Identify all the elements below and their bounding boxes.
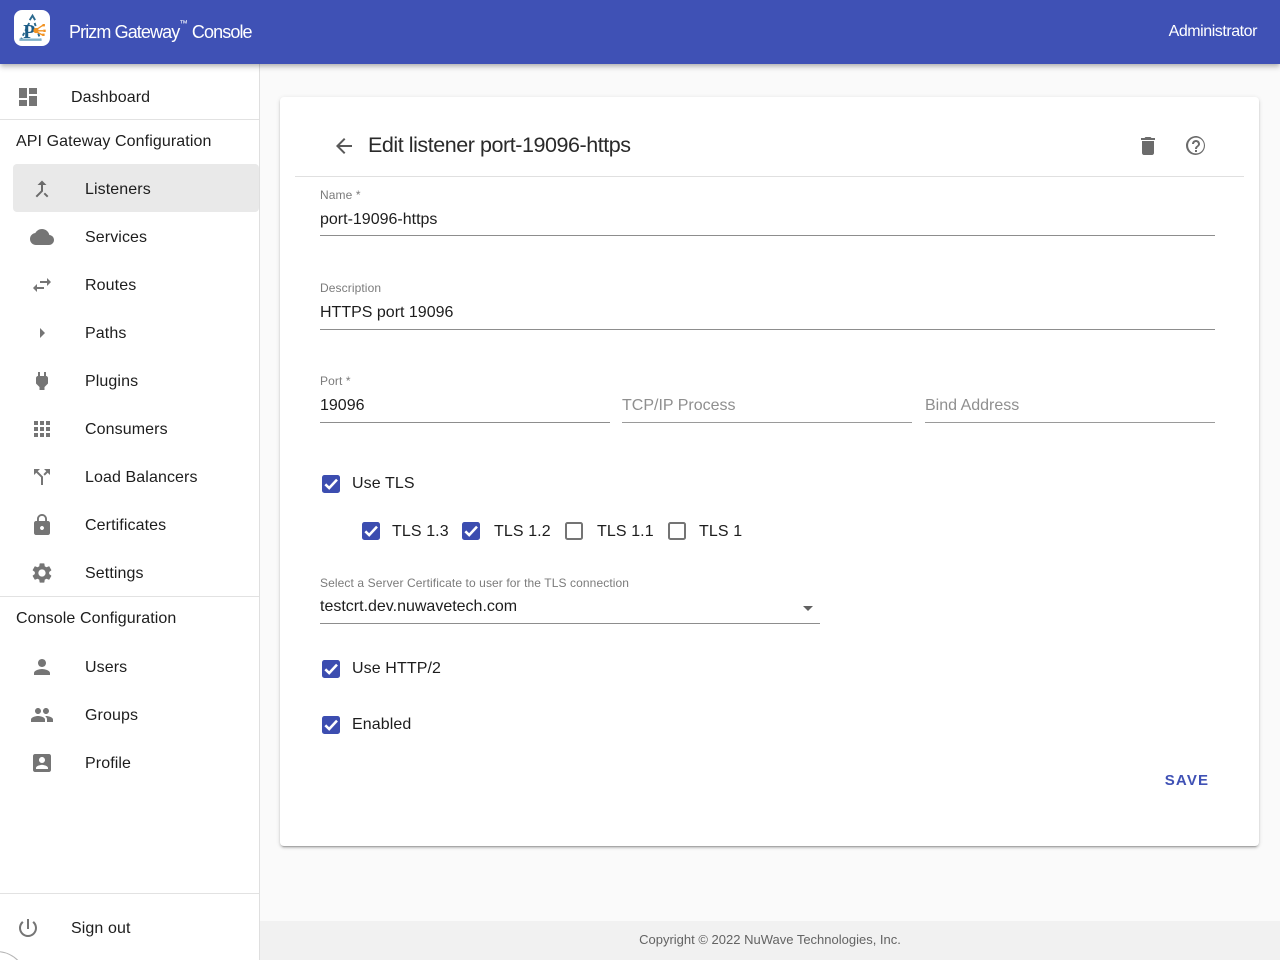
svg-text:P: P: [23, 22, 35, 43]
